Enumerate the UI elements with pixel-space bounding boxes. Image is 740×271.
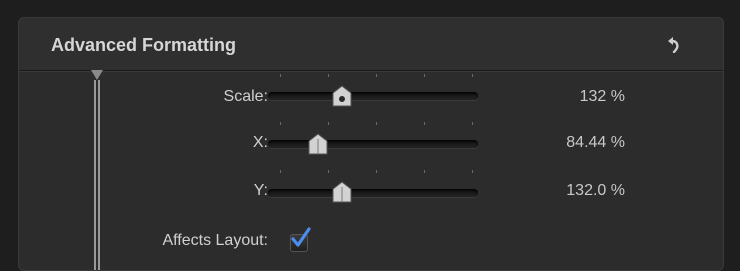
scale-slider-track[interactable]	[268, 92, 478, 100]
x-value[interactable]: 84.44 %	[515, 134, 625, 152]
affects-layout-label: Affects Layout:	[162, 232, 268, 249]
x-slider-knob[interactable]	[308, 133, 328, 155]
scale-slider-knob[interactable]	[332, 85, 352, 107]
y-label: Y:	[253, 182, 268, 199]
checkmark-icon	[291, 227, 311, 247]
scale-ticks	[268, 74, 478, 77]
y-slider-track[interactable]	[268, 189, 478, 197]
x-slider-track[interactable]	[268, 140, 478, 148]
reset-icon[interactable]	[663, 35, 681, 53]
scale-value[interactable]: 132 %	[515, 88, 625, 106]
x-label: X:	[252, 134, 268, 151]
y-value[interactable]: 132.0 %	[515, 182, 625, 200]
y-slider-knob[interactable]	[332, 181, 352, 203]
y-ticks	[268, 170, 478, 173]
panel-title: Advanced Formatting	[51, 35, 237, 55]
scale-label: Scale:	[223, 88, 268, 105]
x-ticks	[268, 122, 478, 125]
panel-header: Advanced Formatting	[19, 18, 723, 71]
